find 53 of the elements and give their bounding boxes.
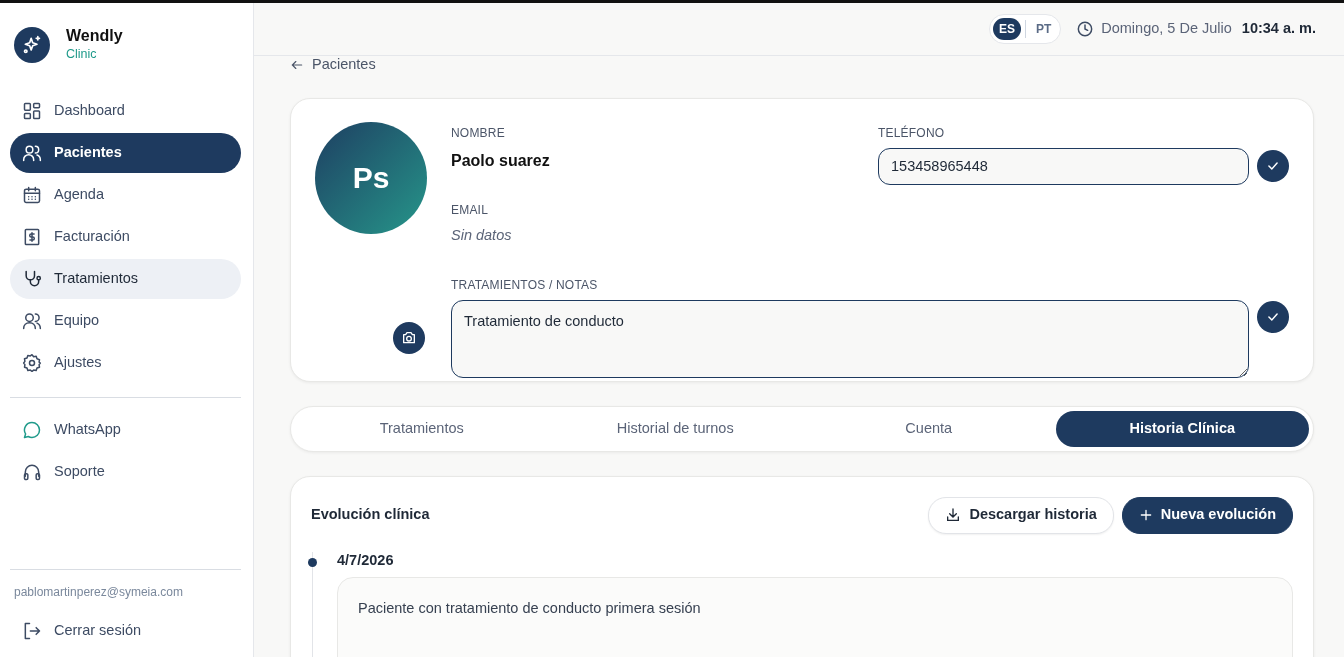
confirm-button[interactable] xyxy=(1257,301,1289,334)
team-icon xyxy=(22,310,42,331)
camera-icon xyxy=(401,329,417,346)
brand-subtitle: Clinic xyxy=(66,46,98,64)
confirm-button[interactable] xyxy=(1257,150,1289,183)
sidebar-item[interactable]: Soporte xyxy=(10,451,241,492)
field-label: TELÉFONO xyxy=(878,124,946,142)
email-value: Sin datos xyxy=(451,225,513,245)
phone-field[interactable]: 153458965448 xyxy=(878,147,1249,185)
settings-icon xyxy=(22,352,42,373)
brand-name: Wendly xyxy=(66,26,123,46)
camera-button[interactable] xyxy=(393,321,425,354)
download-icon xyxy=(945,507,962,524)
new-evolution-button[interactable]: Nueva evolución xyxy=(1121,496,1293,534)
sidebar-item[interactable]: Tratamientos xyxy=(10,258,241,299)
field-label: NOMBRE xyxy=(451,124,506,142)
tab[interactable]: Historial de turnos xyxy=(548,410,802,447)
back-link[interactable]: Pacientes xyxy=(290,54,376,76)
entry-date: 4/7/2026 xyxy=(337,550,395,570)
logo-icon xyxy=(14,26,50,63)
chat-icon xyxy=(22,419,42,440)
receipt-icon xyxy=(22,226,42,247)
language-option[interactable]: ES xyxy=(992,18,1021,40)
sidebar-item[interactable]: Ajustes xyxy=(10,342,241,383)
logout-icon xyxy=(22,621,42,641)
field-label: TRATAMIENTOS / NOTAS xyxy=(451,277,599,295)
timeline-dot xyxy=(308,557,317,567)
dashboard-icon xyxy=(22,100,42,121)
sidebar-item[interactable]: Agenda xyxy=(10,174,241,215)
user-email: pablomartinperez@symeia.com xyxy=(13,584,184,601)
logout-link[interactable]: Cerrar sesión xyxy=(10,611,241,651)
section-title: Evolución clínica xyxy=(311,505,430,525)
tab[interactable]: Tratamientos xyxy=(295,410,549,447)
patient-name: Paolo suarez xyxy=(451,150,551,171)
entry-note: Paciente con tratamiento de conducto primera sesión xyxy=(337,577,1293,657)
sidebar-item[interactable]: Dashboard xyxy=(10,90,241,131)
plus-icon xyxy=(1138,508,1153,523)
date-text: Domingo, 5 De Julio xyxy=(1101,19,1232,39)
calendar-icon xyxy=(22,184,42,205)
avatar: Ps xyxy=(315,121,427,234)
tab[interactable]: Historia Clínica xyxy=(1055,410,1309,447)
download-button[interactable]: Descargar historia xyxy=(928,496,1114,534)
sidebar-item[interactable]: Pacientes xyxy=(10,132,241,173)
field-label: EMAIL xyxy=(451,201,489,219)
language-option[interactable]: PT xyxy=(1029,18,1058,40)
clock-icon xyxy=(1077,21,1094,37)
sidebar-item[interactable]: Equipo xyxy=(10,300,241,341)
sidebar-item[interactable]: Facturación xyxy=(10,216,241,257)
tab[interactable]: Cuenta xyxy=(802,410,1056,447)
sidebar-item[interactable]: WhatsApp xyxy=(10,409,241,450)
notes-field[interactable]: Tratamiento de conducto xyxy=(451,300,1249,379)
stethoscope-icon xyxy=(22,268,42,289)
time-text: 10:34 a. m. xyxy=(1241,19,1316,39)
